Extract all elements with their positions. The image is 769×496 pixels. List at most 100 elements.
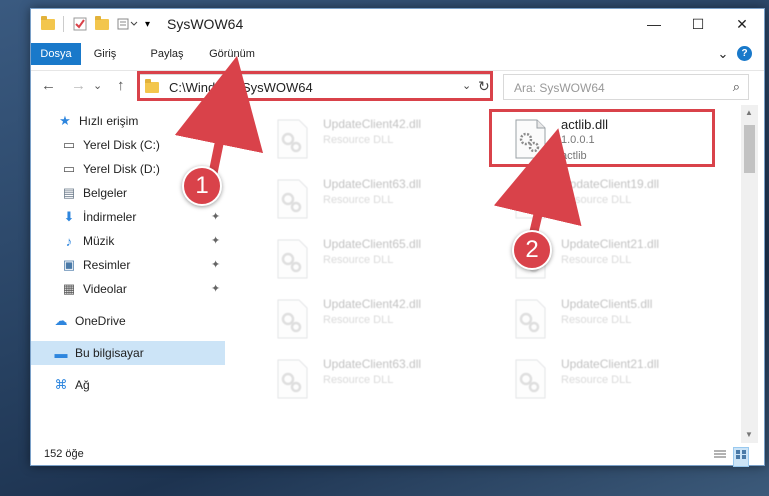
- sidebar-item-label: Yerel Disk (D:): [83, 162, 160, 176]
- scroll-down-icon[interactable]: ▼: [745, 430, 753, 439]
- back-button[interactable]: ←: [41, 77, 56, 94]
- dll-file-icon: [515, 179, 546, 219]
- cloud-icon: ☁: [54, 313, 68, 328]
- file-type: Resource DLL: [323, 374, 394, 386]
- file-name: UpdateClient63.dll: [323, 177, 422, 191]
- sidebar-item-1[interactable]: ▭ Yerel Disk (C:): [31, 133, 225, 157]
- sidebar-item-label: Belgeler: [83, 186, 128, 200]
- customize-toolbar-icon[interactable]: [117, 16, 139, 32]
- file-name: UpdateClient5.dll: [561, 297, 653, 311]
- qa-dropdown-icon[interactable]: ▾: [145, 16, 150, 32]
- dll-file-icon: [277, 359, 308, 399]
- minimize-button[interactable]: —: [632, 9, 676, 39]
- dll-file-icon: [515, 299, 546, 339]
- file-item[interactable]: UpdateClient65.dll Resource DLL: [253, 233, 483, 283]
- new-folder-icon[interactable]: [95, 15, 109, 32]
- file-name: UpdateClient19.dll: [561, 177, 660, 191]
- explorer-window: ▾ SysWOW64 — ☐ ✕ Dosya Giriş Paylaş Görü…: [30, 8, 765, 467]
- ribbon-expand-icon[interactable]: ⌄: [715, 43, 731, 65]
- close-button[interactable]: ✕: [720, 9, 764, 39]
- sidebar-item-label: OneDrive: [75, 314, 126, 328]
- file-item[interactable]: UpdateClient21.dll Resource DLL: [491, 353, 721, 403]
- sidebar-item-label: İndirmeler: [83, 210, 137, 224]
- scroll-up-icon[interactable]: ▲: [745, 108, 753, 117]
- file-item[interactable]: UpdateClient42.dll Resource DLL: [253, 293, 483, 343]
- dll-file-icon: [515, 359, 546, 399]
- sidebar-item-0[interactable]: ★ Hızlı erişim: [31, 109, 225, 133]
- file-item[interactable]: UpdateClient63.dll Resource DLL: [253, 173, 483, 223]
- file-type: Resource DLL: [561, 314, 632, 326]
- tab-giris[interactable]: Giriş: [81, 43, 129, 65]
- quick-access-folder-icon[interactable]: [41, 15, 55, 32]
- dll-file-icon: [277, 239, 308, 279]
- picture-icon: ▣: [62, 257, 76, 272]
- qa-divider: [63, 16, 64, 32]
- title-bar: ▾ SysWOW64 — ☐ ✕: [31, 9, 764, 39]
- file-name: UpdateClient65.dll: [323, 237, 422, 251]
- tab-gorunum[interactable]: Görünüm: [201, 43, 263, 65]
- forward-button[interactable]: →: [71, 77, 86, 94]
- vertical-scrollbar[interactable]: ▲ ▼: [741, 105, 758, 443]
- file-type: Resource DLL: [561, 254, 632, 266]
- file-type: Resource DLL: [323, 194, 394, 206]
- properties-icon[interactable]: [73, 16, 87, 32]
- network-icon: ⌘: [54, 377, 68, 392]
- sidebar-item-6[interactable]: ▣ Resimler ✦: [31, 253, 225, 277]
- sidebar-item-10[interactable]: ⌘ Ağ: [31, 373, 225, 397]
- tiles-view-icon[interactable]: [733, 447, 749, 467]
- file-highlight-box: [489, 109, 715, 167]
- details-view-icon[interactable]: [713, 448, 727, 466]
- pin-icon[interactable]: ✦: [211, 210, 220, 223]
- pin-icon[interactable]: ✦: [211, 258, 220, 271]
- sidebar-item-label: Resimler: [83, 258, 131, 272]
- file-name: UpdateClient42.dll: [323, 117, 422, 131]
- video-icon: ▦: [62, 281, 76, 296]
- step-2-badge: 2: [512, 230, 552, 270]
- file-type: Resource DLL: [323, 134, 394, 146]
- item-count: 152 öğe: [44, 448, 84, 460]
- file-name: UpdateClient42.dll: [323, 297, 422, 311]
- recent-locations-button[interactable]: ⌄: [93, 79, 102, 92]
- search-input[interactable]: Ara: SysWOW64 ⌕: [503, 74, 749, 100]
- window-title: SysWOW64: [167, 16, 244, 32]
- file-name: UpdateClient21.dll: [561, 357, 660, 371]
- sidebar-item-label: Yerel Disk (C:): [83, 138, 160, 152]
- file-item[interactable]: UpdateClient5.dll Resource DLL: [491, 293, 721, 343]
- file-name: UpdateClient63.dll: [323, 357, 422, 371]
- sidebar-item-label: Hızlı erişim: [79, 114, 139, 128]
- address-highlight-box: [137, 71, 493, 101]
- dll-file-icon: [277, 179, 308, 219]
- status-bar: 152 öğe: [31, 443, 764, 467]
- sidebar-item-label: Bu bilgisayar: [75, 346, 144, 360]
- file-item[interactable]: UpdateClient19.dll Resource DLL: [491, 173, 721, 223]
- ribbon-tabs: Dosya Giriş Paylaş Görünüm ⌄ ?: [31, 43, 764, 65]
- file-type: Resource DLL: [561, 374, 632, 386]
- search-icon[interactable]: ⌕: [733, 79, 740, 95]
- dll-file-icon: [277, 299, 308, 339]
- file-type: Resource DLL: [561, 194, 632, 206]
- star-icon: ★: [59, 113, 71, 128]
- file-type: Resource DLL: [323, 254, 394, 266]
- sidebar-item-8[interactable]: ☁ OneDrive: [31, 309, 225, 333]
- sidebar-item-7[interactable]: ▦ Videolar ✦: [31, 277, 225, 301]
- tab-dosya[interactable]: Dosya: [31, 43, 81, 65]
- up-button[interactable]: ↑: [117, 77, 125, 94]
- sidebar-item-5[interactable]: ♪ Müzik ✦: [31, 229, 225, 253]
- file-item[interactable]: UpdateClient63.dll Resource DLL: [253, 353, 483, 403]
- sidebar-item-4[interactable]: ⬇ İndirmeler ✦: [31, 205, 225, 229]
- pin-icon[interactable]: ✦: [211, 282, 220, 295]
- sidebar-item-label: Videolar: [83, 282, 127, 296]
- maximize-button[interactable]: ☐: [676, 9, 720, 39]
- step-1-badge: 1: [182, 166, 222, 206]
- navigation-pane: ★ Hızlı erişim ▭ Yerel Disk (C:) ▭ Yerel Disk…: [31, 105, 227, 435]
- tab-paylas[interactable]: Paylaş: [139, 43, 195, 65]
- music-icon: ♪: [65, 233, 73, 249]
- scroll-thumb[interactable]: [744, 125, 755, 173]
- help-icon[interactable]: ?: [737, 46, 752, 61]
- dll-file-icon: [277, 119, 308, 159]
- sidebar-item-9[interactable]: ▬ Bu bilgisayar: [31, 341, 225, 365]
- sidebar-item-label: Müzik: [83, 234, 115, 248]
- pin-icon[interactable]: ✦: [211, 234, 220, 247]
- file-item[interactable]: UpdateClient42.dll Resource DLL: [253, 113, 483, 163]
- document-icon: ▤: [62, 185, 76, 200]
